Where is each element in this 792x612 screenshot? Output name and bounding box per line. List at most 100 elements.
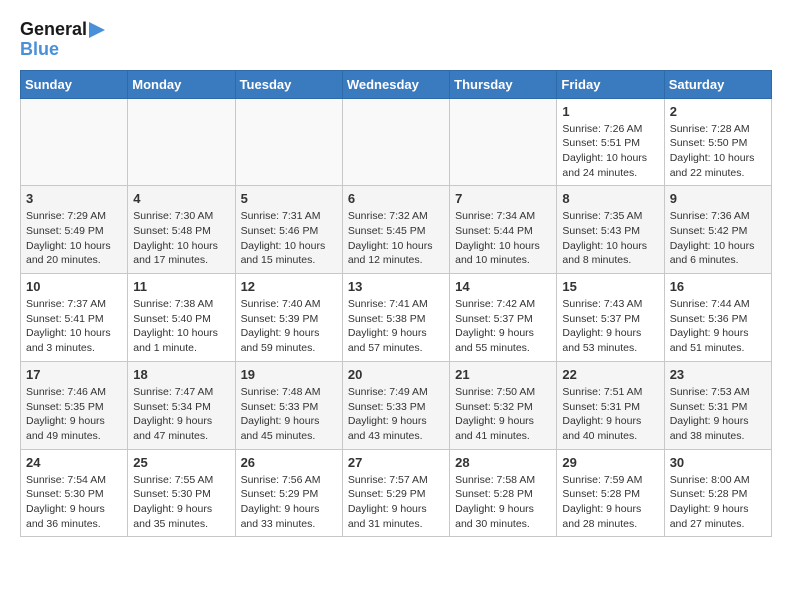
calendar-cell: 13Sunrise: 7:41 AM Sunset: 5:38 PM Dayli… [342,274,449,362]
header: General Blue [20,20,772,60]
day-number: 28 [455,455,551,470]
day-info: Sunrise: 7:58 AM Sunset: 5:28 PM Dayligh… [455,473,551,532]
day-number: 15 [562,279,658,294]
calendar-header: SundayMondayTuesdayWednesdayThursdayFrid… [21,70,772,98]
day-info: Sunrise: 7:29 AM Sunset: 5:49 PM Dayligh… [26,209,122,268]
calendar-cell [128,98,235,186]
calendar-cell: 23Sunrise: 7:53 AM Sunset: 5:31 PM Dayli… [664,361,771,449]
logo-general: General [20,20,87,40]
day-number: 27 [348,455,444,470]
header-day: Tuesday [235,70,342,98]
calendar-cell: 19Sunrise: 7:48 AM Sunset: 5:33 PM Dayli… [235,361,342,449]
day-number: 18 [133,367,229,382]
calendar-cell: 6Sunrise: 7:32 AM Sunset: 5:45 PM Daylig… [342,186,449,274]
calendar-cell: 30 Sunrise: 8:00 AM Sunset: 5:28 PM Dayli… [664,449,771,537]
day-number: 22 [562,367,658,382]
logo: General Blue [20,20,105,60]
calendar-cell: 29 Sunrise: 7:59 AM Sunset: 5:28 PM Dayli… [557,449,664,537]
day-info: Sunrise: 7:37 AM Sunset: 5:41 PM Dayligh… [26,297,122,356]
calendar-cell: 28 Sunrise: 7:58 AM Sunset: 5:28 PM Dayli… [450,449,557,537]
day-info: Sunrise: 7:59 AM Sunset: 5:28 PM Dayligh… [562,473,658,532]
calendar-cell: 8 Sunrise: 7:35 AM Sunset: 5:43 PM Daylig… [557,186,664,274]
day-number: 11 [133,279,229,294]
header-day: Friday [557,70,664,98]
day-number: 20 [348,367,444,382]
calendar-cell: 10 Sunrise: 7:37 AM Sunset: 5:41 PM Dayli… [21,274,128,362]
calendar-cell: 12 Sunrise: 7:40 AM Sunset: 5:39 PM Dayli… [235,274,342,362]
calendar-cell: 20 Sunrise: 7:49 AM Sunset: 5:33 PM Dayli… [342,361,449,449]
header-row: SundayMondayTuesdayWednesdayThursdayFrid… [21,70,772,98]
day-number: 4 [133,191,229,206]
day-number: 29 [562,455,658,470]
day-info: Sunrise: 7:49 AM Sunset: 5:33 PM Dayligh… [348,385,444,444]
day-number: 1 [562,104,658,119]
day-info: Sunrise: 7:57 AM Sunset: 5:29 PM Dayligh… [348,473,444,532]
day-number: 2 [670,104,766,119]
day-number: 14 [455,279,551,294]
day-info: Sunrise: 7:50 AM Sunset: 5:32 PM Dayligh… [455,385,551,444]
day-number: 30 [670,455,766,470]
calendar-cell: 17 Sunrise: 7:46 AM Sunset: 5:35 PM Dayli… [21,361,128,449]
header-day: Sunday [21,70,128,98]
calendar-cell: 15 Sunrise: 7:43 AM Sunset: 5:37 PM Dayli… [557,274,664,362]
day-number: 16 [670,279,766,294]
day-info: Sunrise: 7:56 AM Sunset: 5:29 PM Dayligh… [241,473,337,532]
calendar-week: 10 Sunrise: 7:37 AM Sunset: 5:41 PM Dayli… [21,274,772,362]
day-number: 17 [26,367,122,382]
day-info: Sunrise: 7:43 AM Sunset: 5:37 PM Dayligh… [562,297,658,356]
day-info: Sunrise: 7:47 AM Sunset: 5:34 PM Dayligh… [133,385,229,444]
calendar-cell: 16 Sunrise: 7:44 AM Sunset: 5:36 PM Dayli… [664,274,771,362]
day-info: Sunrise: 7:40 AM Sunset: 5:39 PM Dayligh… [241,297,337,356]
calendar-cell: 4 Sunrise: 7:30 AM Sunset: 5:48 PM Daylig… [128,186,235,274]
calendar-cell: 2Sunrise: 7:28 AM Sunset: 5:50 PM Daylig… [664,98,771,186]
calendar-cell [235,98,342,186]
day-info: Sunrise: 7:38 AM Sunset: 5:40 PM Dayligh… [133,297,229,356]
day-info: Sunrise: 7:55 AM Sunset: 5:30 PM Dayligh… [133,473,229,532]
day-number: 24 [26,455,122,470]
day-info: Sunrise: 7:53 AM Sunset: 5:31 PM Dayligh… [670,385,766,444]
calendar-cell [450,98,557,186]
day-number: 12 [241,279,337,294]
day-info: Sunrise: 7:26 AM Sunset: 5:51 PM Dayligh… [562,122,658,181]
day-number: 5 [241,191,337,206]
day-info: Sunrise: 7:51 AM Sunset: 5:31 PM Dayligh… [562,385,658,444]
calendar-week: 24 Sunrise: 7:54 AM Sunset: 5:30 PM Dayli… [21,449,772,537]
day-info: Sunrise: 7:35 AM Sunset: 5:43 PM Dayligh… [562,209,658,268]
calendar-week: 3Sunrise: 7:29 AM Sunset: 5:49 PM Daylig… [21,186,772,274]
calendar-cell: 24 Sunrise: 7:54 AM Sunset: 5:30 PM Dayli… [21,449,128,537]
calendar-cell: 14 Sunrise: 7:42 AM Sunset: 5:37 PM Dayli… [450,274,557,362]
day-info: Sunrise: 7:46 AM Sunset: 5:35 PM Dayligh… [26,385,122,444]
calendar-cell: 18 Sunrise: 7:47 AM Sunset: 5:34 PM Dayli… [128,361,235,449]
day-number: 10 [26,279,122,294]
day-info: Sunrise: 7:44 AM Sunset: 5:36 PM Dayligh… [670,297,766,356]
calendar-week: 17 Sunrise: 7:46 AM Sunset: 5:35 PM Dayli… [21,361,772,449]
day-info: Sunrise: 8:00 AM Sunset: 5:28 PM Dayligh… [670,473,766,532]
day-info: Sunrise: 7:42 AM Sunset: 5:37 PM Dayligh… [455,297,551,356]
day-info: Sunrise: 7:31 AM Sunset: 5:46 PM Dayligh… [241,209,337,268]
calendar-cell: 1 Sunrise: 7:26 AM Sunset: 5:51 PM Daylig… [557,98,664,186]
day-info: Sunrise: 7:34 AM Sunset: 5:44 PM Dayligh… [455,209,551,268]
calendar-table: SundayMondayTuesdayWednesdayThursdayFrid… [20,70,772,538]
day-info: Sunrise: 7:32 AM Sunset: 5:45 PM Dayligh… [348,209,444,268]
calendar-cell: 25 Sunrise: 7:55 AM Sunset: 5:30 PM Dayli… [128,449,235,537]
header-day: Wednesday [342,70,449,98]
calendar-cell: 21Sunrise: 7:50 AM Sunset: 5:32 PM Dayli… [450,361,557,449]
calendar-cell: 9 Sunrise: 7:36 AM Sunset: 5:42 PM Daylig… [664,186,771,274]
calendar-week: 1 Sunrise: 7:26 AM Sunset: 5:51 PM Daylig… [21,98,772,186]
calendar-cell: 22 Sunrise: 7:51 AM Sunset: 5:31 PM Dayli… [557,361,664,449]
day-info: Sunrise: 7:48 AM Sunset: 5:33 PM Dayligh… [241,385,337,444]
day-number: 7 [455,191,551,206]
day-number: 9 [670,191,766,206]
calendar-body: 1 Sunrise: 7:26 AM Sunset: 5:51 PM Daylig… [21,98,772,537]
header-day: Saturday [664,70,771,98]
day-number: 13 [348,279,444,294]
header-day: Thursday [450,70,557,98]
day-number: 8 [562,191,658,206]
calendar-cell: 26Sunrise: 7:56 AM Sunset: 5:29 PM Dayli… [235,449,342,537]
calendar-cell [342,98,449,186]
calendar-cell: 11 Sunrise: 7:38 AM Sunset: 5:40 PM Dayli… [128,274,235,362]
day-info: Sunrise: 7:54 AM Sunset: 5:30 PM Dayligh… [26,473,122,532]
day-info: Sunrise: 7:36 AM Sunset: 5:42 PM Dayligh… [670,209,766,268]
day-info: Sunrise: 7:30 AM Sunset: 5:48 PM Dayligh… [133,209,229,268]
day-number: 25 [133,455,229,470]
